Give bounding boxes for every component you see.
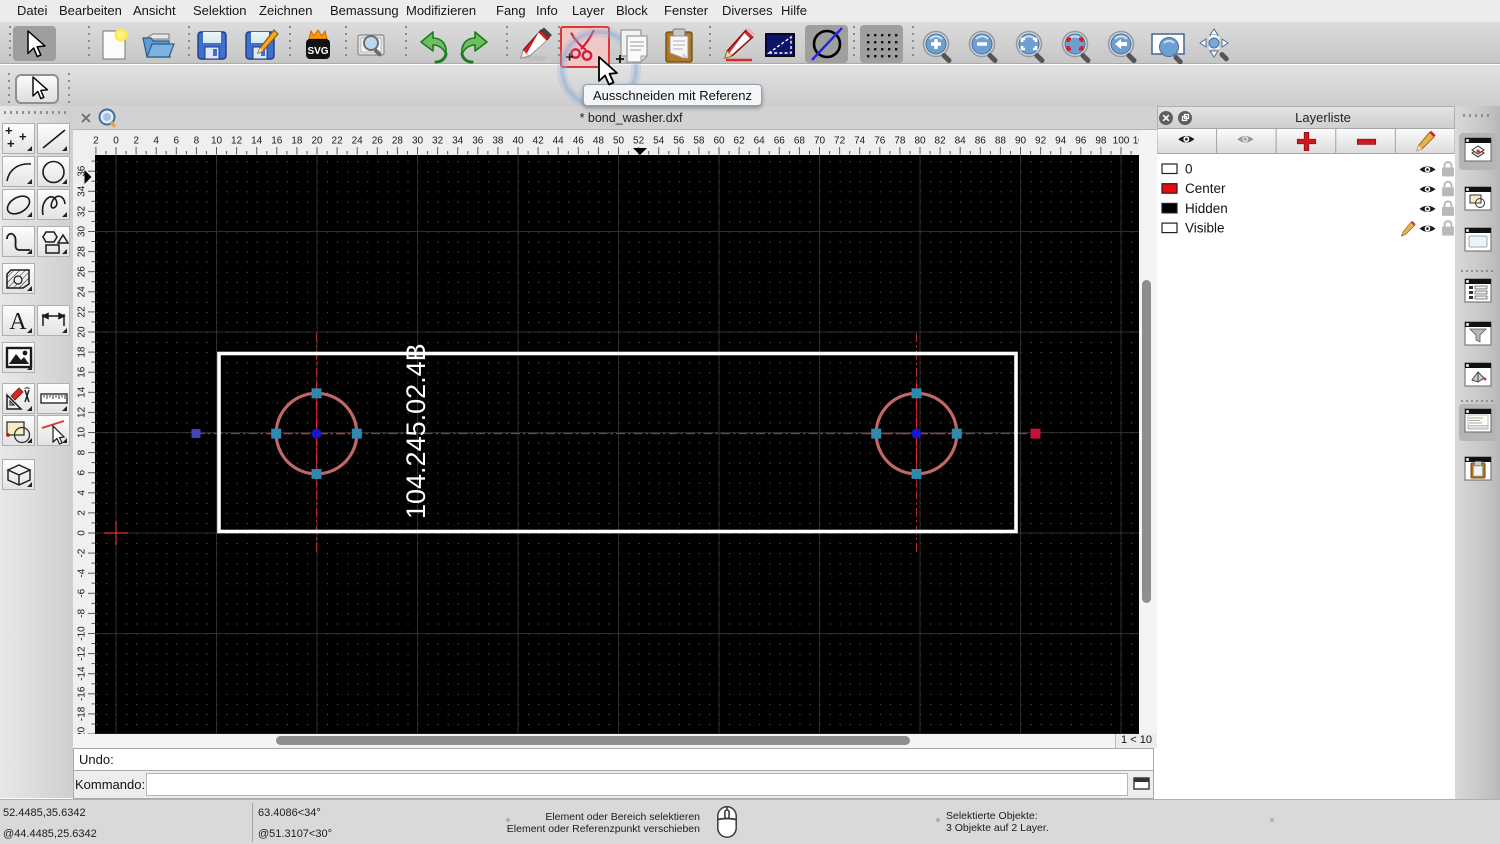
svg-text:0: 0	[113, 136, 119, 147]
svg-text:20: 20	[77, 326, 88, 338]
svg-text:-8: -8	[77, 609, 88, 618]
svg-text:62: 62	[734, 136, 746, 147]
svg-text:56: 56	[673, 136, 685, 147]
svg-text:16: 16	[77, 366, 88, 378]
svg-text:12: 12	[77, 406, 88, 418]
svg-text:22: 22	[77, 306, 88, 318]
svg-text:8: 8	[194, 136, 200, 147]
svg-text:-12: -12	[77, 646, 88, 661]
svg-text:96: 96	[1075, 136, 1087, 147]
svg-text:86: 86	[975, 136, 987, 147]
svg-text:-4: -4	[77, 568, 88, 577]
svg-text:74: 74	[854, 136, 866, 147]
svg-text:38: 38	[492, 136, 504, 147]
svg-text:46: 46	[573, 136, 585, 147]
svg-text:100: 100	[1113, 136, 1130, 147]
svg-text:102: 102	[1133, 136, 1139, 147]
svg-text:82: 82	[935, 136, 947, 147]
svg-text:-6: -6	[77, 588, 88, 597]
svg-text:52: 52	[633, 136, 645, 147]
svg-text:78: 78	[894, 136, 906, 147]
svg-text:84: 84	[955, 136, 967, 147]
svg-text:98: 98	[1095, 136, 1107, 147]
svg-text:14: 14	[77, 386, 88, 398]
svg-text:-20: -20	[77, 726, 88, 734]
svg-text:10: 10	[211, 136, 223, 147]
svg-text:-10: -10	[77, 626, 88, 641]
svg-text:Visible: Visible	[1185, 221, 1225, 236]
svg-text:30: 30	[412, 136, 424, 147]
svg-text:-16: -16	[77, 686, 88, 701]
svg-text:26: 26	[372, 136, 384, 147]
svg-text:6: 6	[77, 469, 88, 475]
svg-text:36: 36	[472, 136, 484, 147]
svg-text:18: 18	[77, 346, 88, 358]
svg-text:SVG: SVG	[307, 46, 328, 57]
svg-text:-2: -2	[77, 548, 88, 557]
svg-text:22: 22	[332, 136, 344, 147]
svg-text:2: 2	[133, 136, 139, 147]
svg-text:+: +	[7, 136, 15, 151]
svg-text:94: 94	[1055, 136, 1067, 147]
svg-text:Center: Center	[1185, 181, 1226, 196]
svg-text:24: 24	[352, 136, 364, 147]
svg-text:34: 34	[452, 136, 464, 147]
svg-text:4: 4	[153, 136, 159, 147]
svg-text:54: 54	[653, 136, 665, 147]
svg-text:12: 12	[231, 136, 243, 147]
svg-text:Hidden: Hidden	[1185, 201, 1228, 216]
svg-text:42: 42	[533, 136, 545, 147]
svg-text:+: +	[19, 129, 27, 144]
svg-text:44: 44	[553, 136, 565, 147]
svg-text:-14: -14	[77, 666, 88, 681]
svg-text:58: 58	[693, 136, 705, 147]
svg-text:68: 68	[794, 136, 806, 147]
svg-text:28: 28	[77, 246, 88, 258]
svg-text:70: 70	[814, 136, 826, 147]
svg-text:72: 72	[834, 136, 846, 147]
svg-text:50: 50	[613, 136, 625, 147]
svg-text:88: 88	[995, 136, 1007, 147]
svg-text:40: 40	[512, 136, 524, 147]
svg-text:0: 0	[77, 530, 88, 536]
svg-text:20: 20	[311, 136, 323, 147]
svg-text:48: 48	[593, 136, 605, 147]
svg-text:14: 14	[251, 136, 263, 147]
svg-text:64: 64	[754, 136, 766, 147]
svg-text:80: 80	[914, 136, 926, 147]
svg-text:26: 26	[77, 266, 88, 278]
svg-text:32: 32	[432, 136, 444, 147]
svg-text:Layerliste: Layerliste	[1295, 110, 1351, 125]
svg-text:0: 0	[1185, 162, 1193, 177]
svg-text:2: 2	[77, 510, 88, 516]
svg-text:6: 6	[174, 136, 180, 147]
svg-text:28: 28	[392, 136, 404, 147]
svg-text:76: 76	[874, 136, 886, 147]
svg-text:2: 2	[93, 136, 99, 147]
svg-text:92: 92	[1035, 136, 1047, 147]
svg-text:4: 4	[77, 490, 88, 496]
svg-text:10: 10	[77, 427, 88, 439]
svg-text:32: 32	[77, 205, 88, 217]
svg-text:16: 16	[271, 136, 283, 147]
svg-text:8: 8	[77, 449, 88, 455]
svg-text:A: A	[9, 309, 27, 335]
svg-text:34: 34	[77, 185, 88, 197]
svg-text:66: 66	[774, 136, 786, 147]
svg-text:24: 24	[77, 286, 88, 298]
svg-text:60: 60	[713, 136, 725, 147]
svg-text:30: 30	[77, 226, 88, 238]
svg-text:-18: -18	[77, 706, 88, 721]
svg-text:18: 18	[291, 136, 303, 147]
svg-text:90: 90	[1015, 136, 1027, 147]
